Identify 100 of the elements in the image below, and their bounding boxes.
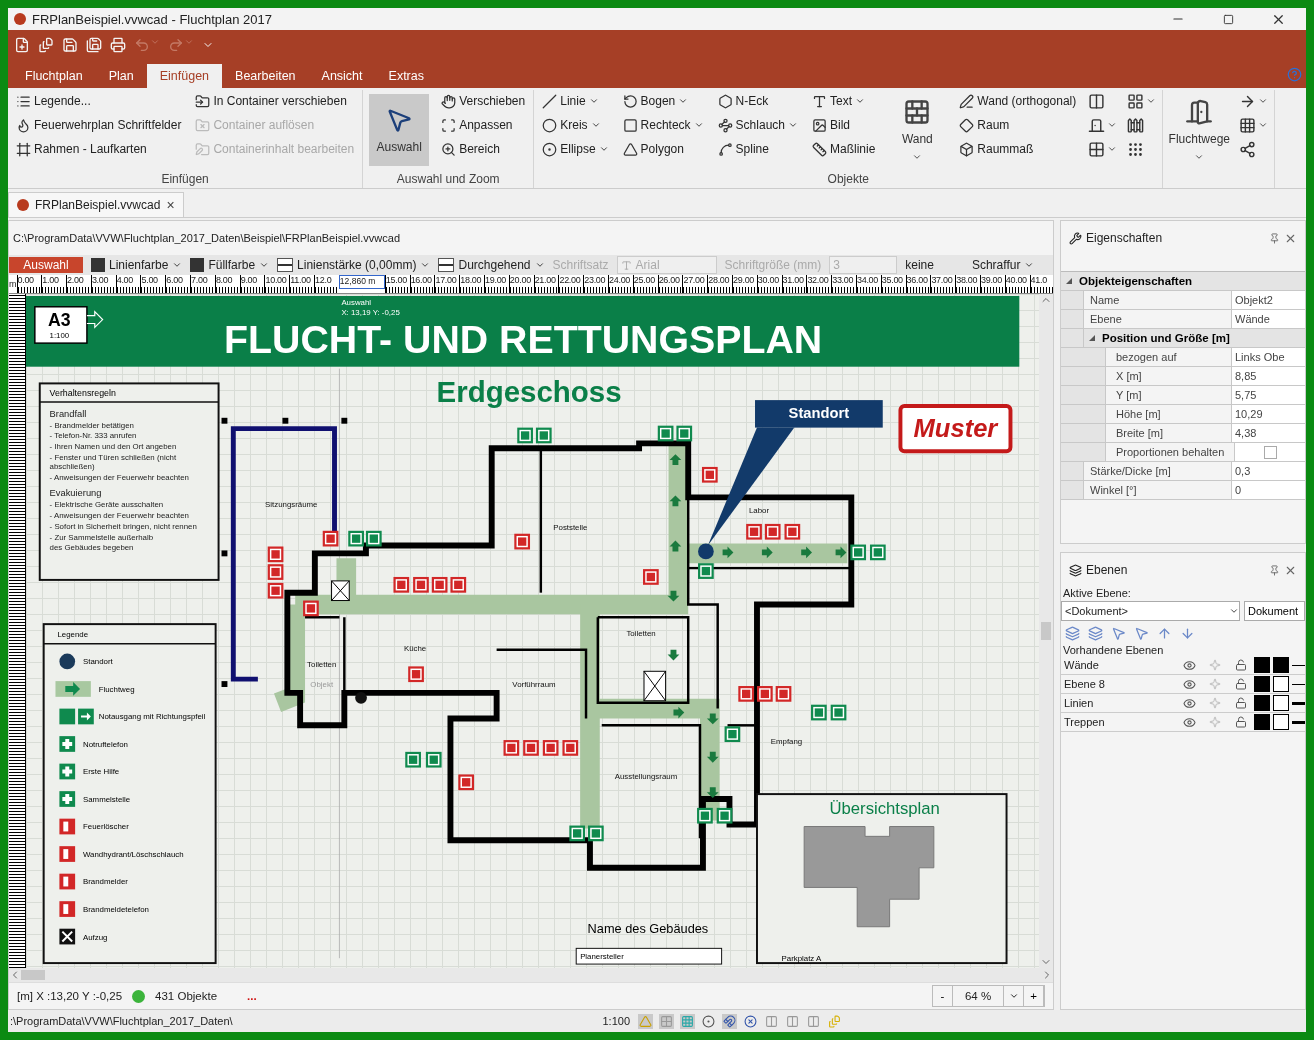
ruler-label: 4.00 [115, 275, 141, 293]
pin-icon [1269, 232, 1280, 244]
ribbon-button[interactable]: Bild [810, 114, 878, 136]
ribbon-button[interactable]: Linie [540, 90, 611, 112]
property-value[interactable]: 8,85 [1232, 367, 1305, 385]
magnet-icon[interactable] [722, 1013, 737, 1029]
save-icon [62, 37, 78, 53]
ribbon-tab[interactable]: Plan [95, 64, 147, 88]
ribbon-button[interactable]: Polygon [620, 138, 706, 160]
save-button[interactable] [62, 37, 78, 53]
layer-row[interactable]: Linien [1061, 694, 1305, 713]
ribbon-button[interactable]: Bereich [439, 138, 528, 160]
ruler-label: 9.00 [239, 275, 265, 293]
property-value[interactable]: Objekt2 [1232, 291, 1305, 309]
property-value[interactable]: 10,29 [1232, 405, 1305, 423]
exit-door-icon [1185, 98, 1214, 126]
horizontal-scrollbar[interactable] [9, 968, 1053, 982]
ribbon-button[interactable]: Legende... [14, 90, 184, 112]
open-file-button[interactable] [38, 37, 54, 53]
ribbon-tab[interactable]: Ansicht [308, 64, 376, 88]
ribbon-button[interactable]: Anpassen [439, 114, 528, 136]
close-tab-button[interactable]: × [166, 197, 175, 213]
new-file-button[interactable] [14, 37, 30, 53]
remove-layer-icon[interactable] [1088, 626, 1103, 641]
print-button[interactable] [110, 37, 126, 53]
layer-row[interactable]: Wände [1061, 656, 1305, 675]
property-value[interactable]: Links Obe [1232, 348, 1305, 366]
vertical-scrollbar[interactable] [1039, 294, 1053, 968]
document-tab[interactable]: FRPlanBeispiel.vvwcad × [8, 192, 184, 217]
property-category[interactable]: Objekteigenschaften [1061, 272, 1305, 290]
line-width-button[interactable]: Linienstärke (0,00mm) [277, 258, 431, 272]
pin-button[interactable] [1269, 564, 1280, 576]
caret-icon [150, 37, 160, 47]
ribbon-button[interactable]: Raummaß [957, 138, 1079, 160]
checkbox[interactable] [1263, 445, 1277, 459]
property-value[interactable]: 0,3 [1232, 462, 1305, 480]
ribbon-button[interactable]: Fluchtwege [1169, 94, 1230, 166]
ribbon-button[interactable]: Bogen [620, 90, 706, 112]
ribbon-button[interactable]: Maßlinie [810, 138, 878, 160]
layer-row[interactable]: Treppen [1061, 713, 1305, 732]
ribbon-tab[interactable]: Bearbeiten [222, 64, 309, 88]
add-layer-icon[interactable] [1065, 626, 1080, 641]
ribbon-button[interactable]: Feuerwehrplan Schriftfelder [14, 114, 184, 136]
line-color-swatch [1254, 657, 1270, 673]
status-indicator: ... [247, 990, 257, 1002]
fill-color-button[interactable]: Füllfarbe [190, 258, 270, 272]
scrollbar-thumb[interactable] [21, 970, 45, 980]
ruler-label: 40.00 [1004, 275, 1030, 293]
caret-icon [1146, 96, 1157, 106]
line-style-button[interactable]: Durchgehend [438, 258, 545, 272]
circle-icon[interactable] [701, 1013, 716, 1029]
ribbon-button[interactable]: Kreis [540, 114, 611, 136]
property-value[interactable]: Wände [1232, 310, 1305, 328]
pointer-icon[interactable] [1111, 626, 1126, 641]
ribbon-button[interactable]: In Container verschieben [193, 90, 357, 112]
triangle-icon[interactable] [638, 1013, 653, 1029]
ribbon-button[interactable]: Wand (orthogonal) [957, 90, 1079, 112]
legend-label: Aufzug [83, 932, 108, 942]
property-category[interactable]: Position und Größe [m] [1084, 329, 1305, 347]
layer-row[interactable]: Ebene 8 [1061, 675, 1305, 694]
line-color-button[interactable]: Linienfarbe [91, 258, 183, 272]
scan-icon [441, 117, 457, 133]
ribbon-tab[interactable]: Einfügen [146, 64, 223, 88]
grid-icon[interactable] [680, 1013, 695, 1029]
property-value[interactable]: 4,38 [1232, 424, 1305, 442]
pin-button[interactable] [1269, 232, 1280, 244]
ribbon-tab[interactable]: Fluchtplan [12, 64, 96, 88]
ribbon-button[interactable]: Rahmen - Laufkarten [14, 138, 184, 160]
ribbon-button[interactable]: Schlauch [715, 114, 800, 136]
property-value[interactable]: 0 [1232, 481, 1305, 499]
ribbon-button[interactable]: Ellipse [540, 138, 611, 160]
ribbon-button[interactable]: Raum [957, 114, 1079, 136]
active-layer-select[interactable]: <Dokument> [1061, 601, 1240, 621]
room-label: Ausstellungsraum [614, 772, 678, 782]
move-down-icon[interactable] [1180, 626, 1195, 641]
redo-button[interactable] [168, 37, 194, 53]
ribbon-button[interactable]: Auswahl [369, 94, 430, 166]
move-up-icon[interactable] [1157, 626, 1172, 641]
save-all-button[interactable] [86, 37, 102, 53]
legend-title: Legende [57, 629, 89, 639]
ribbon-button[interactable]: Verschieben [439, 90, 528, 112]
grid-icon[interactable] [659, 1013, 674, 1029]
scope-button[interactable]: Dokument [1244, 601, 1305, 621]
circle-icon [542, 117, 558, 133]
scrollbar-thumb[interactable] [1041, 622, 1051, 640]
ribbon-button[interactable]: Spline [715, 138, 800, 160]
copy-icon[interactable] [827, 1013, 842, 1029]
ribbon-button[interactable]: Text [810, 90, 878, 112]
ribbon-tab[interactable]: Extras [375, 64, 437, 88]
ribbon-button[interactable]: N-Eck [715, 90, 800, 112]
location-dot [698, 543, 714, 560]
property-value[interactable]: 5,75 [1232, 386, 1305, 404]
pointer-icon[interactable] [1134, 626, 1149, 641]
circle-x-icon[interactable] [743, 1013, 758, 1029]
undo-button[interactable] [134, 37, 160, 53]
grid-icon [1239, 116, 1257, 134]
ribbon-button[interactable]: Rechteck [620, 114, 706, 136]
ribbon-button[interactable]: Wand [887, 94, 948, 166]
ruler-label: 18.00 [459, 275, 485, 293]
hatch-button[interactable]: Schraffur [971, 258, 1035, 272]
